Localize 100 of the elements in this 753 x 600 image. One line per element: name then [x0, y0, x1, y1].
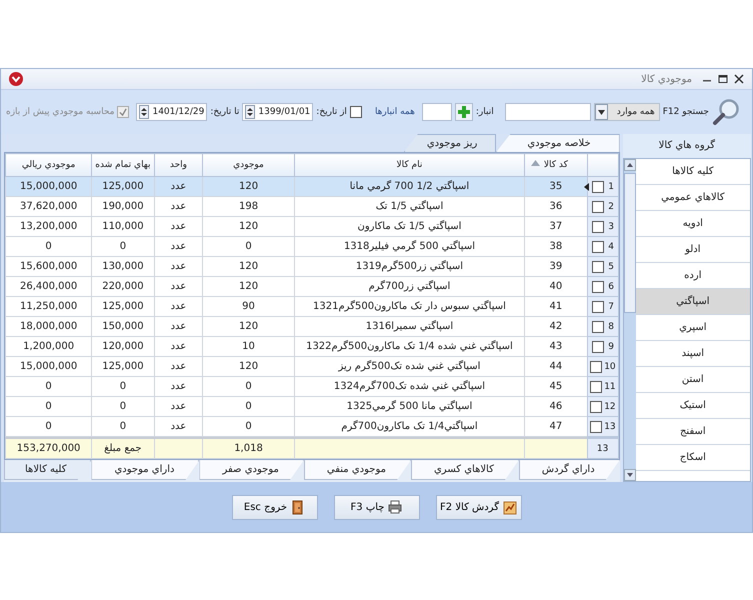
tab[interactable]: خلاصه موجودي [496, 134, 620, 152]
row-count: 13 [587, 438, 618, 459]
tab[interactable]: کالاهاي کسري [410, 460, 519, 480]
table-cell: 90 [202, 296, 294, 316]
row-number: 6 [607, 282, 616, 292]
column-header[interactable]: موجودي ريالي [6, 154, 92, 176]
group-item[interactable]: کالاهاي عمومي [636, 185, 750, 211]
table-cell: 13,200,000 [6, 216, 92, 236]
table-cell: 26,400,000 [6, 276, 92, 296]
row-number: 3 [607, 222, 616, 232]
table-cell: 125,000 [92, 176, 154, 196]
row-number: 1 [607, 182, 616, 192]
row-pointer-icon [584, 182, 589, 190]
spinner-icon[interactable] [139, 105, 150, 119]
group-item[interactable]: ارده [636, 263, 750, 289]
table-cell: 37,620,000 [6, 196, 92, 216]
column-header[interactable]: نام کالا [294, 154, 525, 176]
table-cell: 0 [202, 376, 294, 396]
search-icon[interactable] [712, 98, 740, 126]
spinner-icon[interactable] [245, 105, 256, 119]
checkbox[interactable] [592, 300, 604, 312]
row-number: 2 [607, 202, 616, 212]
printer-icon [388, 500, 402, 514]
tab[interactable]: داراي گردش [518, 460, 620, 480]
group-item[interactable]: اسپاگتي [636, 289, 750, 315]
to-date-label: تا تاريخ: [210, 107, 240, 117]
group-item[interactable]: ادلو [636, 237, 750, 263]
checkbox[interactable] [590, 400, 602, 412]
action-button[interactable]: گردش کالا F2 [436, 494, 522, 520]
row-number: 4 [607, 242, 616, 252]
scroll-up-icon[interactable] [624, 159, 636, 171]
row-number: 9 [607, 342, 616, 352]
close-icon[interactable] [734, 74, 744, 84]
column-header[interactable]: واحد [154, 154, 203, 176]
table-cell: 43 [524, 336, 588, 356]
table-cell: 120,000 [92, 336, 154, 356]
table-cell: عدد [154, 316, 203, 336]
scrollbar[interactable] [624, 159, 636, 481]
table-cell: عدد [154, 356, 203, 376]
table-cell: 38 [524, 236, 588, 256]
checkbox[interactable] [592, 180, 604, 192]
tab[interactable]: ريز موجودي [404, 134, 496, 152]
checkbox[interactable] [592, 280, 604, 292]
all-warehouses-link[interactable]: همه انبارها [374, 107, 415, 117]
table-cell: عدد [154, 236, 203, 256]
door-icon [291, 500, 306, 514]
table-cell: 10 [202, 336, 294, 356]
warehouse-field[interactable] [422, 103, 452, 121]
search-field[interactable] [504, 103, 591, 121]
table-cell: 41 [524, 296, 588, 316]
filter-dropdown[interactable]: همه موارد [594, 103, 660, 121]
checkbox[interactable] [590, 420, 602, 432]
checkbox[interactable] [590, 360, 602, 372]
add-button[interactable] [454, 103, 473, 121]
maximize-icon[interactable] [718, 74, 728, 84]
table-cell: عدد [154, 396, 203, 416]
tab[interactable]: داراي موجودي [91, 460, 200, 480]
from-date-label: از تاريخ: [316, 107, 347, 117]
table-cell: 110,000 [92, 216, 154, 236]
group-item[interactable]: ادويه [636, 211, 750, 237]
checkbox[interactable] [592, 320, 604, 332]
table-cell: اسپاگتي غني شده 1/4 تک ماکارون500گرم1322 [294, 336, 525, 356]
table-cell: 46 [524, 396, 588, 416]
checkbox[interactable] [350, 106, 362, 118]
sidebar-title: گروه هاي کالا [622, 134, 751, 158]
app-logo-icon [9, 72, 23, 86]
column-header[interactable]: بهاي تمام شده [92, 154, 154, 176]
tab[interactable]: موجودي منفي [304, 460, 411, 480]
checkbox[interactable] [592, 200, 604, 212]
to-date-field[interactable]: 1401/12/29 [136, 103, 208, 121]
table-cell: 15,000,000 [6, 356, 92, 376]
table-cell: عدد [154, 216, 203, 236]
action-button[interactable]: چاپ F3 [334, 494, 420, 520]
table-cell: اسپاگتي زر500گرم1319 [294, 256, 525, 276]
checkbox[interactable] [592, 240, 604, 252]
column-header [587, 154, 618, 176]
table-cell: 150,000 [92, 316, 154, 336]
checkbox[interactable] [590, 380, 602, 392]
tab[interactable]: کليه کالاها [4, 460, 92, 480]
checkbox[interactable] [592, 260, 604, 272]
value-total: 153,270,000 [6, 438, 92, 459]
table-cell: 1,200,000 [6, 336, 92, 356]
warehouse-label: انبار: [476, 107, 494, 117]
table-cell: 36 [524, 196, 588, 216]
total-label: جمع مبلغ [92, 438, 154, 459]
table-cell: 0 [202, 396, 294, 416]
checkbox[interactable] [592, 340, 604, 352]
tab[interactable]: موجودي صفر [199, 460, 304, 480]
checkbox[interactable] [592, 220, 604, 232]
action-button[interactable]: خروج Esc [232, 494, 318, 520]
table-cell: 45 [524, 376, 588, 396]
column-header[interactable]: موجودي [202, 154, 294, 176]
from-date-field[interactable]: 1399/01/01 [242, 103, 314, 121]
scroll-thumb[interactable] [624, 173, 636, 313]
period-option-label: محاسبه موجودي پيش از بازه [6, 107, 114, 117]
column-header[interactable]: کد کالا [524, 154, 588, 176]
row-number: 7 [607, 302, 616, 312]
table-cell: اسپاگتي 1/5 تک [294, 196, 525, 216]
scroll-down-icon[interactable] [624, 469, 636, 481]
table-cell: اسپاگتي غني شده تک700گرم1324 [294, 376, 525, 396]
